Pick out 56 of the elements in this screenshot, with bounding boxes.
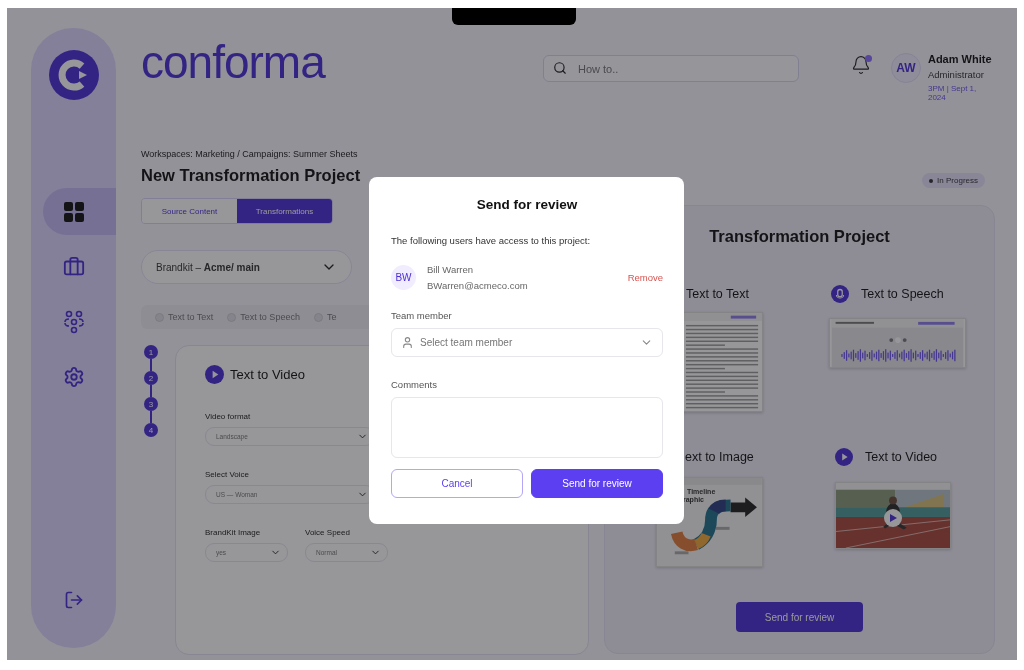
user-name: Adam White bbox=[927, 53, 993, 65]
field-label: BrandKit Image bbox=[205, 528, 262, 537]
sidebar-item[interactable] bbox=[43, 188, 116, 235]
page-title: New Transformation Project bbox=[141, 166, 362, 185]
microphone-icon bbox=[831, 285, 849, 303]
logo-icon bbox=[48, 50, 99, 100]
bell-icon[interactable] bbox=[850, 55, 871, 75]
filter-chip[interactable]: Te bbox=[313, 312, 337, 322]
user-avatar: BW bbox=[391, 265, 416, 290]
field-label: Video format bbox=[205, 412, 252, 421]
filter-chip[interactable]: Text to Speech bbox=[227, 312, 300, 322]
field-label: Comments bbox=[391, 379, 438, 390]
step-marker[interactable]: 1 bbox=[144, 345, 158, 359]
settings-icon bbox=[62, 365, 85, 388]
brandkit-dropdown[interactable]: Brandkit – Acme/ main bbox=[141, 250, 352, 284]
transformation-label: Text to Speech bbox=[861, 287, 944, 301]
send-for-review-button[interactable]: Send for review bbox=[736, 602, 863, 632]
team-icon bbox=[61, 309, 86, 334]
field-label: Voice Speed bbox=[305, 528, 351, 537]
field-label: Team member bbox=[391, 310, 453, 321]
step-marker[interactable]: 3 bbox=[144, 397, 158, 411]
user-name: Bill Warren bbox=[427, 264, 475, 275]
dashboard-icon bbox=[63, 201, 84, 222]
logout-icon[interactable] bbox=[63, 590, 84, 610]
comments-field[interactable] bbox=[391, 397, 663, 458]
filter-chip[interactable]: Text to Text bbox=[155, 312, 214, 322]
field-label: Select Voice bbox=[205, 470, 251, 479]
logo-text: conforma bbox=[141, 42, 327, 82]
step-marker[interactable]: 2 bbox=[144, 371, 158, 385]
transformation-label: Text to Text bbox=[686, 287, 749, 301]
panel-title: Transformation Project bbox=[709, 227, 890, 246]
user-email: BWarren@acmeco.com bbox=[427, 280, 529, 291]
tab[interactable]: Transformations bbox=[237, 199, 332, 223]
remove-link[interactable]: Remove bbox=[627, 272, 663, 283]
team-member-select[interactable]: Select team member bbox=[391, 328, 663, 357]
search-icon bbox=[552, 61, 567, 75]
transformation-label: Text to Video bbox=[865, 450, 938, 464]
dialog-text: The following users have access to this project: bbox=[391, 235, 592, 246]
briefcase-icon bbox=[62, 255, 85, 278]
step-marker[interactable]: 4 bbox=[144, 423, 158, 437]
cancel-button[interactable]: Cancel bbox=[391, 469, 523, 498]
play-icon bbox=[889, 514, 897, 522]
user-avatar: AW bbox=[890, 53, 921, 83]
user-role: Administrator bbox=[927, 69, 985, 80]
breadcrumb: Workspaces: Marketing / Campaigns: Summer Sheets bbox=[141, 149, 359, 159]
status-badge: In Progress bbox=[922, 173, 985, 188]
card-title: Text to Video bbox=[230, 367, 305, 382]
play-icon bbox=[205, 365, 224, 384]
timestamp: 3PM | Sept 1, 2024 bbox=[927, 84, 978, 102]
tab[interactable]: Source Content bbox=[142, 199, 237, 223]
send-button[interactable]: Send for review bbox=[531, 469, 663, 498]
person-icon bbox=[401, 336, 414, 349]
transformation-label: ext to Image bbox=[685, 450, 754, 464]
search-field[interactable]: How to.. bbox=[542, 55, 799, 82]
dialog-title: Send for review bbox=[476, 197, 578, 212]
play-icon bbox=[835, 448, 853, 466]
